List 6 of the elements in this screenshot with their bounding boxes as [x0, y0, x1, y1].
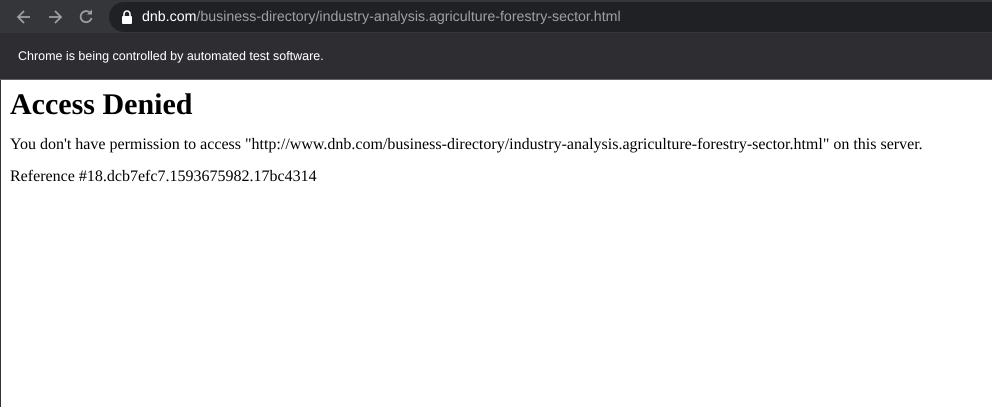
error-message: You don't have permission to access "http://www.dnb.com/business-directory/industry-analysis.agriculture-forestry-sector.html" on this server. — [10, 136, 924, 154]
infobar-message: Chrome is being controlled by automated test software. — [18, 49, 324, 63]
page-heading: Access Denied — [10, 88, 192, 122]
lock-icon — [121, 10, 133, 24]
reference-text: Reference #18.dcb7efc7.1593675982.17bc4314 — [10, 168, 317, 186]
address-bar[interactable]: dnb.com/business-directory/industry-analysis.agriculture-forestry-sector.html — [109, 2, 992, 32]
